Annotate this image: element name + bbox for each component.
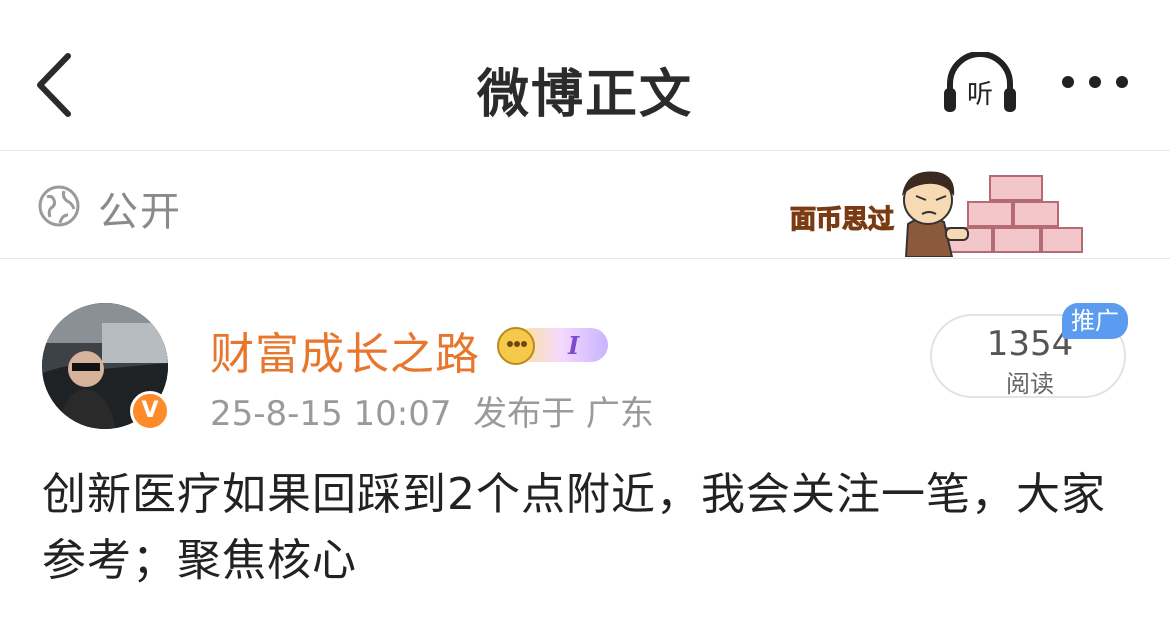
more-dots-icon[interactable] — [1058, 62, 1132, 102]
listen-button[interactable]: 听 — [940, 52, 1020, 114]
promoted-tag: 推广 — [1062, 303, 1128, 339]
sticker-text: 面币思过 — [790, 205, 894, 235]
level-badge-text: I — [567, 331, 580, 360]
globe-icon — [38, 185, 80, 227]
post-content: 创新医疗如果回踩到2个点附近，我会关注一笔，大家参考；聚焦核心 — [42, 469, 1106, 586]
nav-bar: 微博正文 听 — [0, 0, 1170, 150]
read-label: 阅读 — [1006, 370, 1054, 398]
level-badge-icon: I — [497, 327, 608, 365]
username[interactable]: 财富成长之路 — [210, 318, 480, 382]
listen-label: 听 — [966, 80, 993, 110]
visibility-label: 公开 — [98, 189, 182, 235]
post-source: 发布于 广东 — [473, 394, 654, 434]
post-timestamp: 25-8-15 10:07 — [210, 394, 452, 434]
post-meta: 25-8-15 10:07 发布于 广东 — [210, 386, 654, 435]
divider — [0, 258, 1170, 259]
sticker-image: 面币思过 — [789, 171, 1083, 257]
verified-badge: V — [130, 391, 170, 431]
